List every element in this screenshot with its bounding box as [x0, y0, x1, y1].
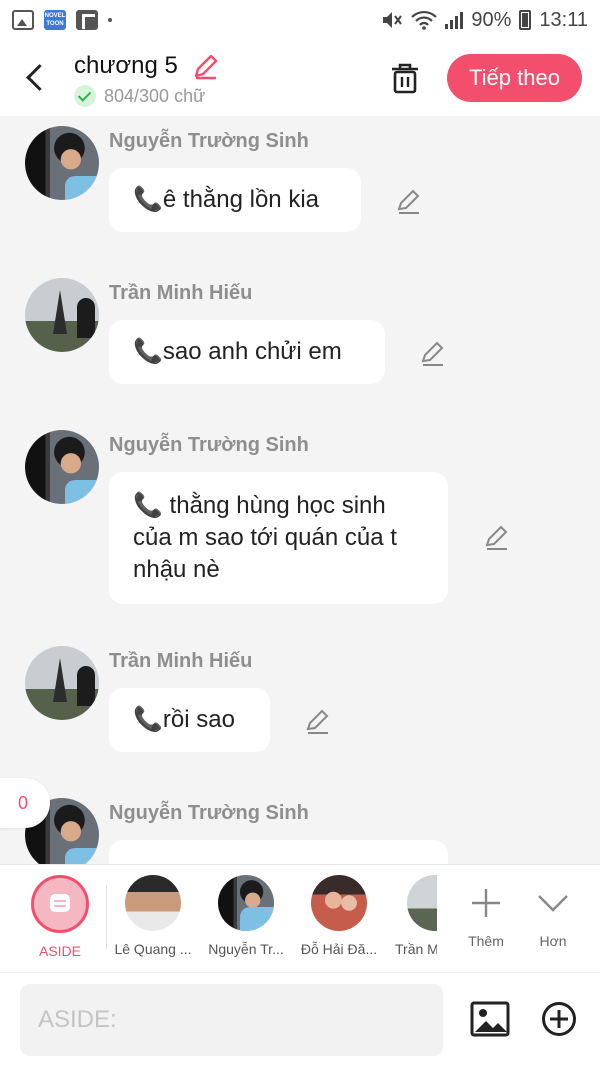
- message-input[interactable]: [20, 984, 443, 1056]
- chapter-title[interactable]: chương 5: [74, 52, 178, 80]
- character-item[interactable]: Đỗ Hải Đă...: [296, 875, 382, 957]
- more-notifications-dot: [108, 18, 112, 22]
- message-bubble[interactable]: 📞rồi sao: [109, 688, 270, 752]
- message-bubble[interactable]: 📞sao anh chửi em: [109, 320, 385, 384]
- wifi-icon: [411, 10, 438, 30]
- message-bubble[interactable]: 📞ê thằng lồn kia: [109, 168, 361, 232]
- composer: [0, 972, 600, 1067]
- sender-name: Trần Minh Hiếu: [109, 282, 253, 304]
- avatar: [407, 875, 437, 931]
- character-label: ASIDE: [38, 943, 81, 959]
- back-button[interactable]: [22, 60, 52, 96]
- edit-title-pencil-icon[interactable]: [192, 52, 220, 80]
- plus-circle-icon[interactable]: [541, 1001, 577, 1037]
- mute-icon: [383, 12, 403, 28]
- signal-icon: [445, 11, 464, 29]
- battery-icon: [519, 10, 532, 30]
- add-character-button[interactable]: Thêm: [458, 875, 514, 949]
- edit-message-pencil-icon[interactable]: [396, 189, 422, 215]
- character-label: Nguyễn Tr...: [208, 941, 284, 957]
- word-count-row: 804/300 chữ: [74, 85, 205, 107]
- collapse-label: Hơn: [539, 933, 567, 949]
- edit-message-pencil-icon[interactable]: [305, 709, 331, 735]
- character-item[interactable]: Nguyễn Tr...: [203, 875, 289, 957]
- gallery-notification-icon: [12, 10, 34, 30]
- character-aside[interactable]: ASIDE: [17, 875, 103, 959]
- editor-header: chương 5 804/300 chữ Tiếp theo: [0, 40, 600, 116]
- collapse-button[interactable]: Hơn: [525, 875, 581, 949]
- novel-toon-app-icon: NOVEL TOON: [44, 10, 66, 30]
- character-label: Trần M: [395, 941, 437, 957]
- clock: 13:11: [539, 8, 588, 31]
- word-count: 804/300 chữ: [104, 85, 206, 106]
- add-character-label: Thêm: [468, 933, 504, 949]
- next-button[interactable]: Tiếp theo: [447, 54, 582, 102]
- avatar[interactable]: [25, 646, 99, 720]
- message-bubble[interactable]: 📞 thằng hùng học sinh của m sao tới quán…: [109, 472, 448, 604]
- character-label: Đỗ Hải Đă...: [300, 941, 378, 957]
- aside-icon: [31, 875, 89, 933]
- avatar[interactable]: [25, 278, 99, 352]
- avatar: [125, 875, 181, 931]
- message-bubble[interactable]: [109, 840, 448, 864]
- avatar: [218, 875, 274, 931]
- character-item[interactable]: Trần M: [389, 875, 437, 957]
- edit-message-pencil-icon[interactable]: [420, 341, 446, 367]
- character-item[interactable]: Lê Quang ...: [110, 875, 196, 957]
- notification-icons: NOVEL TOON: [12, 10, 112, 30]
- sender-name: Nguyễn Trường Sinh: [109, 802, 309, 824]
- edit-message-pencil-icon[interactable]: [484, 525, 510, 551]
- check-icon: [74, 85, 96, 107]
- delete-trash-icon[interactable]: [388, 60, 422, 96]
- avatar[interactable]: [25, 126, 99, 200]
- sender-name: Trần Minh Hiếu: [109, 650, 253, 672]
- avatar[interactable]: [25, 430, 99, 504]
- message-list[interactable]: Nguyễn Trường Sinh 📞ê thằng lồn kia Trần…: [0, 116, 600, 864]
- plus-icon: [458, 875, 514, 931]
- avatar: [311, 875, 367, 931]
- sender-name: Nguyễn Trường Sinh: [109, 130, 309, 152]
- status-bar: NOVEL TOON 90% 13:11: [0, 0, 600, 40]
- character-selector: ASIDE Lê Quang ... Nguyễn Tr... Đỗ Hải Đ…: [0, 864, 600, 972]
- battery-percent: 90%: [471, 8, 512, 31]
- flipboard-notification-icon: [76, 10, 98, 30]
- system-status: 90% 13:11: [381, 9, 588, 32]
- chevron-down-icon: [525, 875, 581, 931]
- sender-name: Nguyễn Trường Sinh: [109, 434, 309, 456]
- insert-image-icon[interactable]: [470, 1001, 510, 1037]
- unread-count-badge[interactable]: 0: [0, 778, 50, 828]
- character-label: Lê Quang ...: [114, 941, 192, 957]
- divider: [106, 885, 107, 949]
